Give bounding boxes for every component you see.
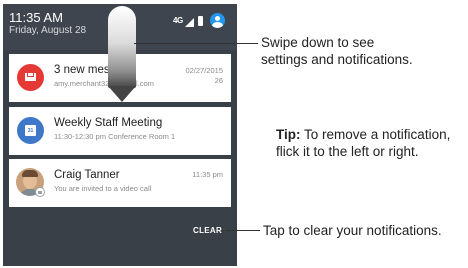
gmail-icon xyxy=(17,64,44,91)
notification-count: 26 xyxy=(214,76,223,85)
notification-card-calendar[interactable]: 31 Weekly Staff Meeting 11:30-12:30 pm C… xyxy=(9,107,231,155)
calendar-day-number: 31 xyxy=(27,128,34,134)
tip-label: Tip: xyxy=(276,127,301,142)
clear-callout-line xyxy=(226,230,260,231)
clock-time: 11:35 AM xyxy=(9,10,63,25)
notification-title: 3 new mes xyxy=(54,64,110,76)
swipe-down-gesture-icon xyxy=(108,6,136,88)
notification-title: Weekly Staff Meeting xyxy=(54,117,163,129)
swipe-arrow-tip xyxy=(108,86,136,102)
battery-icon xyxy=(198,16,203,26)
clear-callout: Tap to clear your notifications. xyxy=(263,223,442,238)
swipe-callout: Swipe down to see settings and notificat… xyxy=(261,35,413,67)
tip-callout: Tip: To remove a notification, flick it … xyxy=(276,127,451,159)
signal-strength-icon xyxy=(185,18,194,27)
notification-subtitle: 11:30-12:30 pm Conference Room 1 xyxy=(54,132,176,141)
clear-all-button[interactable]: CLEAR xyxy=(193,226,222,235)
notification-subtitle: amy.merchant32 gmail.com xyxy=(54,79,154,88)
account-circle-icon[interactable] xyxy=(210,13,225,28)
video-camera-icon xyxy=(35,187,45,197)
calendar-icon: 31 xyxy=(17,117,44,144)
network-type-icon: 4G xyxy=(173,16,183,25)
notification-date: 02/27/2015 xyxy=(185,66,223,75)
notification-subtitle: You are invited to a video call xyxy=(54,184,152,193)
notification-title: Craig Tanner xyxy=(54,169,120,181)
swipe-callout-line xyxy=(134,43,258,44)
notification-time: 11:35 pm xyxy=(192,170,223,179)
clock-date: Friday, August 28 xyxy=(9,25,87,36)
notification-card-hangouts[interactable]: Craig Tanner You are invited to a video … xyxy=(9,159,231,207)
